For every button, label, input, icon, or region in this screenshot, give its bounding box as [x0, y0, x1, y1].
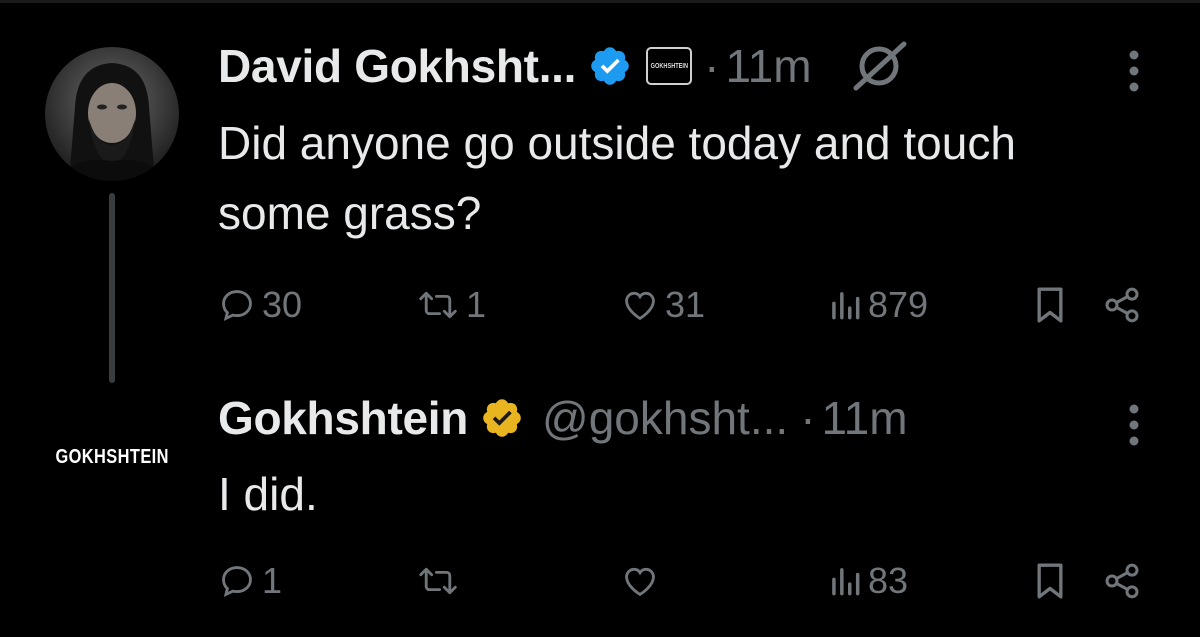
tweet-text: Did anyone go outside today and touch so…: [218, 117, 1016, 239]
like-icon: [621, 562, 659, 600]
repost-button[interactable]: [416, 556, 466, 606]
tweet-reply[interactable]: GOKHSHTEIN Gokhshtein @gokhsht... · 11m …: [0, 385, 1200, 637]
avatar-logo-text: GOKHSHTEIN: [55, 445, 169, 468]
affiliate-badge[interactable]: GOKHSHTEIN: [646, 47, 693, 85]
reply-count: 30: [262, 284, 303, 325]
repost-count: 1: [466, 284, 487, 325]
reply-button[interactable]: 1: [218, 556, 282, 606]
bookmark-icon: [1033, 561, 1067, 601]
separator-dot: ·: [704, 40, 720, 92]
more-icon[interactable]: [1126, 402, 1142, 453]
avatar[interactable]: GOKHSHTEIN: [45, 390, 179, 524]
timestamp[interactable]: 11m: [822, 391, 908, 445]
grok-icon[interactable]: [850, 40, 910, 92]
action-bar: 1 83: [218, 556, 1148, 606]
repost-button[interactable]: 1: [416, 280, 486, 330]
tweet-parent[interactable]: David Gokhsht... GOKHSHTEIN · 11m Did an…: [0, 0, 1200, 385]
thread-line: [109, 193, 115, 383]
like-icon: [621, 286, 659, 324]
views-icon: [828, 286, 862, 324]
views-icon: [828, 562, 862, 600]
reply-button[interactable]: 30: [218, 280, 302, 330]
repost-icon: [416, 562, 460, 600]
like-button[interactable]: [621, 556, 665, 606]
action-bar: 30 1 31 879: [218, 280, 1148, 330]
verified-badge-icon[interactable]: [480, 396, 524, 440]
bookmark-icon: [1033, 285, 1067, 325]
views-button[interactable]: 879: [828, 280, 928, 330]
views-count: 83: [868, 560, 909, 601]
like-button[interactable]: 31: [621, 280, 705, 330]
share-button[interactable]: [1102, 280, 1142, 330]
separator-dot: ·: [800, 392, 816, 444]
views-count: 879: [868, 284, 929, 325]
share-button[interactable]: [1102, 556, 1142, 606]
like-count: 31: [665, 284, 706, 325]
views-button[interactable]: 83: [828, 556, 908, 606]
tweet-header: David Gokhsht... GOKHSHTEIN · 11m: [218, 38, 910, 94]
bookmark-button[interactable]: [1033, 280, 1067, 330]
avatar[interactable]: [45, 47, 179, 181]
author-name[interactable]: Gokhshtein: [218, 391, 468, 445]
reply-count: 1: [262, 560, 283, 601]
author-name[interactable]: David Gokhsht...: [218, 39, 576, 93]
repost-icon: [416, 286, 460, 324]
share-icon: [1102, 285, 1142, 325]
tweet-text: I did.: [218, 468, 318, 520]
affiliate-badge-text: GOKHSHTEIN: [650, 62, 688, 70]
reply-icon: [218, 286, 256, 324]
share-icon: [1102, 561, 1142, 601]
timestamp[interactable]: 11m: [725, 39, 811, 93]
author-handle[interactable]: @gokhsht...: [542, 391, 788, 445]
bookmark-button[interactable]: [1033, 556, 1067, 606]
more-icon[interactable]: [1126, 48, 1142, 99]
verified-badge-icon[interactable]: [588, 44, 632, 88]
tweet-header: Gokhshtein @gokhsht... · 11m: [218, 390, 908, 446]
reply-icon: [218, 562, 256, 600]
